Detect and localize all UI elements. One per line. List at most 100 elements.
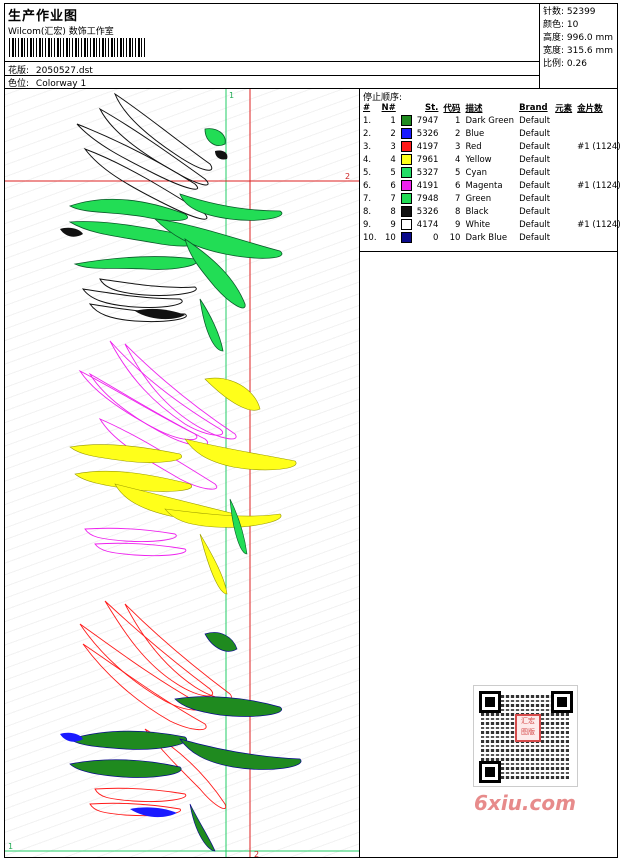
table-header-row: # N# St. 代码 描述 Brand 元素 金片数: [361, 101, 620, 114]
production-sheet: 生产作业图 Wilcom(汇宏) 数饰工作室 花版: 2050527.dst 色…: [4, 3, 620, 858]
row-color-swatch: [399, 127, 415, 140]
col-needle: N#: [381, 102, 396, 113]
sheet-title: 生产作业图: [8, 9, 79, 24]
row-code: 3: [455, 141, 461, 152]
row-sequin: [575, 153, 620, 166]
row-brand: Default: [519, 232, 551, 243]
row-index: 3.: [363, 141, 372, 152]
row-brand: Default: [519, 206, 551, 217]
header-block: 生产作业图 Wilcom(汇宏) 数饰工作室 花版: 2050527.dst 色…: [5, 4, 540, 89]
row-sequin: #1 (1124): [577, 219, 620, 230]
row-needle: 3: [390, 141, 396, 152]
row-description: Green: [465, 193, 492, 204]
row-color-swatch: [399, 218, 415, 231]
row-sequin: #1 (1124): [577, 141, 620, 152]
row-element: [553, 205, 575, 218]
row-element: [553, 231, 575, 244]
row-color-swatch: [399, 166, 415, 179]
row-element: [553, 192, 575, 205]
row-color-swatch: [399, 205, 415, 218]
row-index: 8.: [363, 206, 372, 217]
row-description: Magenta: [465, 180, 503, 191]
row-brand: Default: [519, 115, 551, 126]
motif-top-fill: [60, 128, 283, 352]
row-description: Cyan: [465, 167, 487, 178]
row-description: Dark Green: [465, 115, 515, 126]
row-index: 7.: [363, 193, 372, 204]
row-brand: Default: [519, 154, 551, 165]
table-row: 1. 1 7947 1 Dark Green Default: [361, 114, 620, 127]
table-row: 3. 3 4197 3 Red Default #1 (1124): [361, 140, 620, 153]
col-index: #: [363, 102, 371, 113]
row-sequin: [575, 192, 620, 205]
row-needle: 5: [390, 167, 396, 178]
embroidery-drawing: 1 2 1 2: [5, 89, 359, 857]
row-code: 9: [455, 219, 461, 230]
row-sequin: [575, 231, 620, 244]
green-guide-label: 1: [229, 91, 234, 100]
row-index: 9.: [363, 219, 372, 230]
row-sequin: #1 (1124): [577, 180, 620, 191]
row-stitches: 5326: [416, 128, 439, 139]
row-stitches: 4191: [416, 180, 439, 191]
row-code: 4: [455, 154, 461, 165]
colorway-value: Colorway 1: [35, 79, 87, 89]
motif-middle-fill: [69, 377, 297, 595]
qr-finder-bottom-left: [479, 761, 501, 783]
table-row: 10. 10 0 10 Dark Blue Default: [361, 231, 620, 244]
red-guide-label: 2: [345, 172, 350, 181]
colorway-label: 色位:: [8, 79, 30, 89]
row-stitches: 4197: [416, 141, 439, 152]
studio-name: Wilcom(汇宏) 数饰工作室: [8, 27, 114, 37]
row-stitches: 0: [433, 232, 439, 243]
qr-finder-top-right: [551, 691, 573, 713]
stop-sequence-table: # N# St. 代码 描述 Brand 元素 金片数 1. 1 7947 1 Dark…: [361, 101, 620, 244]
row-code: 5: [455, 167, 461, 178]
color-swatch: [400, 193, 412, 204]
row-needle: 6: [390, 180, 396, 191]
red-guide-bottom-label: 2: [254, 850, 259, 857]
row-code: 1: [455, 115, 461, 126]
row-brand: Default: [519, 167, 551, 178]
header-divider-1: [5, 61, 540, 62]
row-element: [553, 218, 575, 231]
row-sequin: [575, 166, 620, 179]
row-code: 2: [455, 128, 461, 139]
stop-sequence-panel: 停止顺序: # N# St. 代码 描述 Brand 元素 金片数 1. 1 794…: [360, 89, 620, 857]
row-element: [553, 127, 575, 140]
table-row: 4. 4 7961 4 Yellow Default: [361, 153, 620, 166]
color-swatch: [400, 219, 412, 230]
design-preview: 1 2 1 2: [5, 89, 360, 857]
row-element: [553, 140, 575, 153]
design-height: 高度: 996.0 mm: [543, 33, 614, 43]
row-brand: Default: [519, 219, 551, 230]
row-code: 6: [455, 180, 461, 191]
stitch-count: 针数: 52399: [543, 7, 596, 17]
row-description: White: [465, 219, 491, 230]
color-count: 颜色: 10: [543, 20, 579, 30]
color-swatch: [400, 232, 412, 243]
row-element: [553, 166, 575, 179]
row-index: 6.: [363, 180, 372, 191]
table-row: 7. 7 7948 7 Green Default: [361, 192, 620, 205]
row-element: [553, 179, 575, 192]
table-row: 2. 2 5326 2 Blue Default: [361, 127, 620, 140]
row-color-swatch: [399, 192, 415, 205]
row-stitches: 5326: [416, 206, 439, 217]
col-description: 描述: [465, 103, 483, 114]
row-description: Blue: [465, 128, 485, 139]
row-stitches: 5327: [416, 167, 439, 178]
row-index: 2.: [363, 128, 372, 139]
row-description: Black: [465, 206, 489, 217]
qr-finder-top-left: [479, 691, 501, 713]
row-index: 10.: [363, 232, 377, 243]
green-guide-bottom-label: 1: [8, 842, 13, 851]
color-swatch: [400, 206, 412, 217]
row-index: 4.: [363, 154, 372, 165]
row-color-swatch: [399, 153, 415, 166]
red-seal: 汇宏 图版: [515, 714, 541, 742]
watermark-site: 6xiu.com: [474, 791, 576, 815]
color-swatch: [400, 180, 412, 191]
row-needle: 1: [390, 115, 396, 126]
row-brand: Default: [519, 193, 551, 204]
